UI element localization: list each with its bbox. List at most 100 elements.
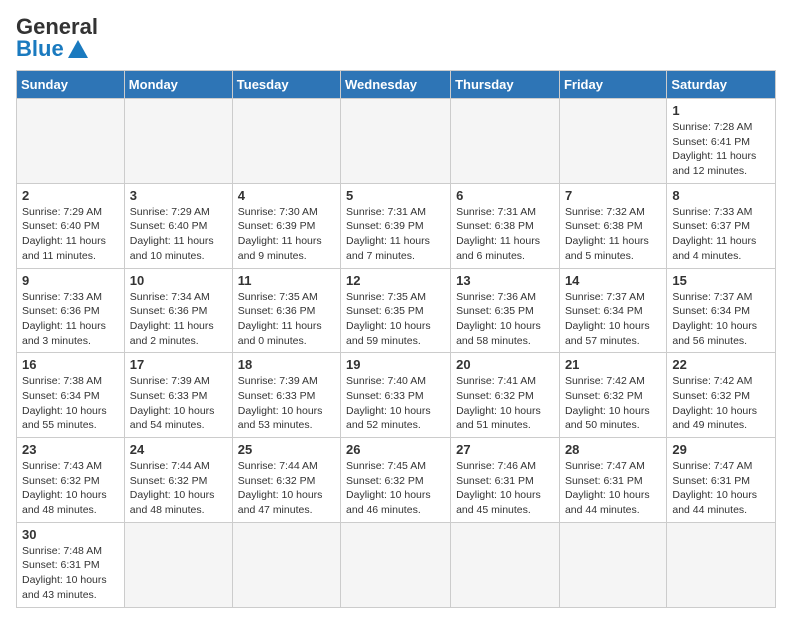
calendar-cell: 17 Sunrise: 7:39 AM Sunset: 6:33 PM Dayli… bbox=[124, 353, 232, 438]
calendar-cell: 22 Sunrise: 7:42 AM Sunset: 6:32 PM Dayli… bbox=[667, 353, 776, 438]
calendar-cell: 4 Sunrise: 7:30 AM Sunset: 6:39 PM Daylig… bbox=[232, 183, 340, 268]
weekday-header-friday: Friday bbox=[559, 71, 666, 99]
day-number: 7 bbox=[565, 188, 661, 203]
day-info: Sunrise: 7:37 AM Sunset: 6:34 PM Dayligh… bbox=[672, 290, 770, 349]
day-info: Sunrise: 7:47 AM Sunset: 6:31 PM Dayligh… bbox=[565, 459, 661, 518]
calendar-cell: 24 Sunrise: 7:44 AM Sunset: 6:32 PM Dayli… bbox=[124, 438, 232, 523]
calendar-cell bbox=[559, 522, 666, 607]
calendar-cell: 15 Sunrise: 7:37 AM Sunset: 6:34 PM Dayli… bbox=[667, 268, 776, 353]
calendar-cell: 18 Sunrise: 7:39 AM Sunset: 6:33 PM Dayli… bbox=[232, 353, 340, 438]
day-info: Sunrise: 7:31 AM Sunset: 6:38 PM Dayligh… bbox=[456, 205, 554, 264]
day-number: 12 bbox=[346, 273, 445, 288]
day-number: 11 bbox=[238, 273, 335, 288]
calendar-cell: 3 Sunrise: 7:29 AM Sunset: 6:40 PM Daylig… bbox=[124, 183, 232, 268]
day-info: Sunrise: 7:43 AM Sunset: 6:32 PM Dayligh… bbox=[22, 459, 119, 518]
calendar-cell: 1 Sunrise: 7:28 AM Sunset: 6:41 PM Daylig… bbox=[667, 99, 776, 184]
day-info: Sunrise: 7:33 AM Sunset: 6:36 PM Dayligh… bbox=[22, 290, 119, 349]
day-info: Sunrise: 7:35 AM Sunset: 6:35 PM Dayligh… bbox=[346, 290, 445, 349]
day-info: Sunrise: 7:39 AM Sunset: 6:33 PM Dayligh… bbox=[238, 374, 335, 433]
day-info: Sunrise: 7:48 AM Sunset: 6:31 PM Dayligh… bbox=[22, 544, 119, 603]
weekday-header-thursday: Thursday bbox=[451, 71, 560, 99]
day-info: Sunrise: 7:41 AM Sunset: 6:32 PM Dayligh… bbox=[456, 374, 554, 433]
calendar-cell: 12 Sunrise: 7:35 AM Sunset: 6:35 PM Dayli… bbox=[341, 268, 451, 353]
calendar-cell: 14Sunrise: 7:37 AM Sunset: 6:34 PM Dayli… bbox=[559, 268, 666, 353]
day-info: Sunrise: 7:32 AM Sunset: 6:38 PM Dayligh… bbox=[565, 205, 661, 264]
day-number: 27 bbox=[456, 442, 554, 457]
day-number: 10 bbox=[130, 273, 227, 288]
day-number: 2 bbox=[22, 188, 119, 203]
day-info: Sunrise: 7:34 AM Sunset: 6:36 PM Dayligh… bbox=[130, 290, 227, 349]
day-info: Sunrise: 7:44 AM Sunset: 6:32 PM Dayligh… bbox=[130, 459, 227, 518]
calendar-cell bbox=[124, 522, 232, 607]
day-number: 25 bbox=[238, 442, 335, 457]
day-info: Sunrise: 7:38 AM Sunset: 6:34 PM Dayligh… bbox=[22, 374, 119, 433]
day-number: 23 bbox=[22, 442, 119, 457]
calendar-cell: 26 Sunrise: 7:45 AM Sunset: 6:32 PM Dayli… bbox=[341, 438, 451, 523]
day-info: Sunrise: 7:29 AM Sunset: 6:40 PM Dayligh… bbox=[22, 205, 119, 264]
day-number: 16 bbox=[22, 357, 119, 372]
day-number: 19 bbox=[346, 357, 445, 372]
calendar-cell bbox=[124, 99, 232, 184]
calendar-cell bbox=[341, 99, 451, 184]
calendar-cell bbox=[232, 99, 340, 184]
day-info: Sunrise: 7:42 AM Sunset: 6:32 PM Dayligh… bbox=[565, 374, 661, 433]
calendar-cell: 25 Sunrise: 7:44 AM Sunset: 6:32 PM Dayli… bbox=[232, 438, 340, 523]
calendar-cell: 30 Sunrise: 7:48 AM Sunset: 6:31 PM Dayli… bbox=[17, 522, 125, 607]
calendar-cell: 13 Sunrise: 7:36 AM Sunset: 6:35 PM Dayli… bbox=[451, 268, 560, 353]
calendar-cell bbox=[17, 99, 125, 184]
day-info: Sunrise: 7:40 AM Sunset: 6:33 PM Dayligh… bbox=[346, 374, 445, 433]
logo-general-text: General bbox=[16, 16, 98, 38]
day-info: Sunrise: 7:29 AM Sunset: 6:40 PM Dayligh… bbox=[130, 205, 227, 264]
weekday-header-tuesday: Tuesday bbox=[232, 71, 340, 99]
day-number: 28 bbox=[565, 442, 661, 457]
day-info: Sunrise: 7:39 AM Sunset: 6:33 PM Dayligh… bbox=[130, 374, 227, 433]
day-info: Sunrise: 7:44 AM Sunset: 6:32 PM Dayligh… bbox=[238, 459, 335, 518]
day-number: 8 bbox=[672, 188, 770, 203]
day-number: 29 bbox=[672, 442, 770, 457]
weekday-header-saturday: Saturday bbox=[667, 71, 776, 99]
calendar-cell bbox=[451, 99, 560, 184]
day-number: 26 bbox=[346, 442, 445, 457]
weekday-header-sunday: Sunday bbox=[17, 71, 125, 99]
day-number: 22 bbox=[672, 357, 770, 372]
calendar-cell: 5Sunrise: 7:31 AM Sunset: 6:39 PM Daylig… bbox=[341, 183, 451, 268]
day-info: Sunrise: 7:47 AM Sunset: 6:31 PM Dayligh… bbox=[672, 459, 770, 518]
calendar-table: SundayMondayTuesdayWednesdayThursdayFrid… bbox=[16, 70, 776, 608]
day-number: 1 bbox=[672, 103, 770, 118]
logo-blue-text: Blue bbox=[16, 38, 64, 60]
day-number: 15 bbox=[672, 273, 770, 288]
day-info: Sunrise: 7:45 AM Sunset: 6:32 PM Dayligh… bbox=[346, 459, 445, 518]
day-number: 30 bbox=[22, 527, 119, 542]
calendar-cell: 10 Sunrise: 7:34 AM Sunset: 6:36 PM Dayli… bbox=[124, 268, 232, 353]
logo: General Blue bbox=[16, 16, 98, 60]
page-header: General Blue bbox=[16, 16, 776, 60]
day-info: Sunrise: 7:30 AM Sunset: 6:39 PM Dayligh… bbox=[238, 205, 335, 264]
day-info: Sunrise: 7:36 AM Sunset: 6:35 PM Dayligh… bbox=[456, 290, 554, 349]
calendar-cell: 9Sunrise: 7:33 AM Sunset: 6:36 PM Daylig… bbox=[17, 268, 125, 353]
calendar-cell: 28 Sunrise: 7:47 AM Sunset: 6:31 PM Dayli… bbox=[559, 438, 666, 523]
calendar-cell: 23 Sunrise: 7:43 AM Sunset: 6:32 PM Dayli… bbox=[17, 438, 125, 523]
day-number: 6 bbox=[456, 188, 554, 203]
logo-triangle-icon bbox=[68, 40, 88, 58]
day-number: 14 bbox=[565, 273, 661, 288]
calendar-cell: 21 Sunrise: 7:42 AM Sunset: 6:32 PM Dayli… bbox=[559, 353, 666, 438]
calendar-cell: 29 Sunrise: 7:47 AM Sunset: 6:31 PM Dayli… bbox=[667, 438, 776, 523]
calendar-cell: 19 Sunrise: 7:40 AM Sunset: 6:33 PM Dayli… bbox=[341, 353, 451, 438]
calendar-cell bbox=[559, 99, 666, 184]
calendar-cell: 8 Sunrise: 7:33 AM Sunset: 6:37 PM Daylig… bbox=[667, 183, 776, 268]
day-number: 20 bbox=[456, 357, 554, 372]
day-number: 18 bbox=[238, 357, 335, 372]
day-number: 3 bbox=[130, 188, 227, 203]
day-info: Sunrise: 7:42 AM Sunset: 6:32 PM Dayligh… bbox=[672, 374, 770, 433]
calendar-cell: 2 Sunrise: 7:29 AM Sunset: 6:40 PM Daylig… bbox=[17, 183, 125, 268]
calendar-cell: 7 Sunrise: 7:32 AM Sunset: 6:38 PM Daylig… bbox=[559, 183, 666, 268]
day-number: 13 bbox=[456, 273, 554, 288]
day-info: Sunrise: 7:33 AM Sunset: 6:37 PM Dayligh… bbox=[672, 205, 770, 264]
day-number: 4 bbox=[238, 188, 335, 203]
day-number: 24 bbox=[130, 442, 227, 457]
weekday-header-wednesday: Wednesday bbox=[341, 71, 451, 99]
day-number: 21 bbox=[565, 357, 661, 372]
calendar-cell: 27Sunrise: 7:46 AM Sunset: 6:31 PM Dayli… bbox=[451, 438, 560, 523]
day-info: Sunrise: 7:28 AM Sunset: 6:41 PM Dayligh… bbox=[672, 120, 770, 179]
day-number: 17 bbox=[130, 357, 227, 372]
